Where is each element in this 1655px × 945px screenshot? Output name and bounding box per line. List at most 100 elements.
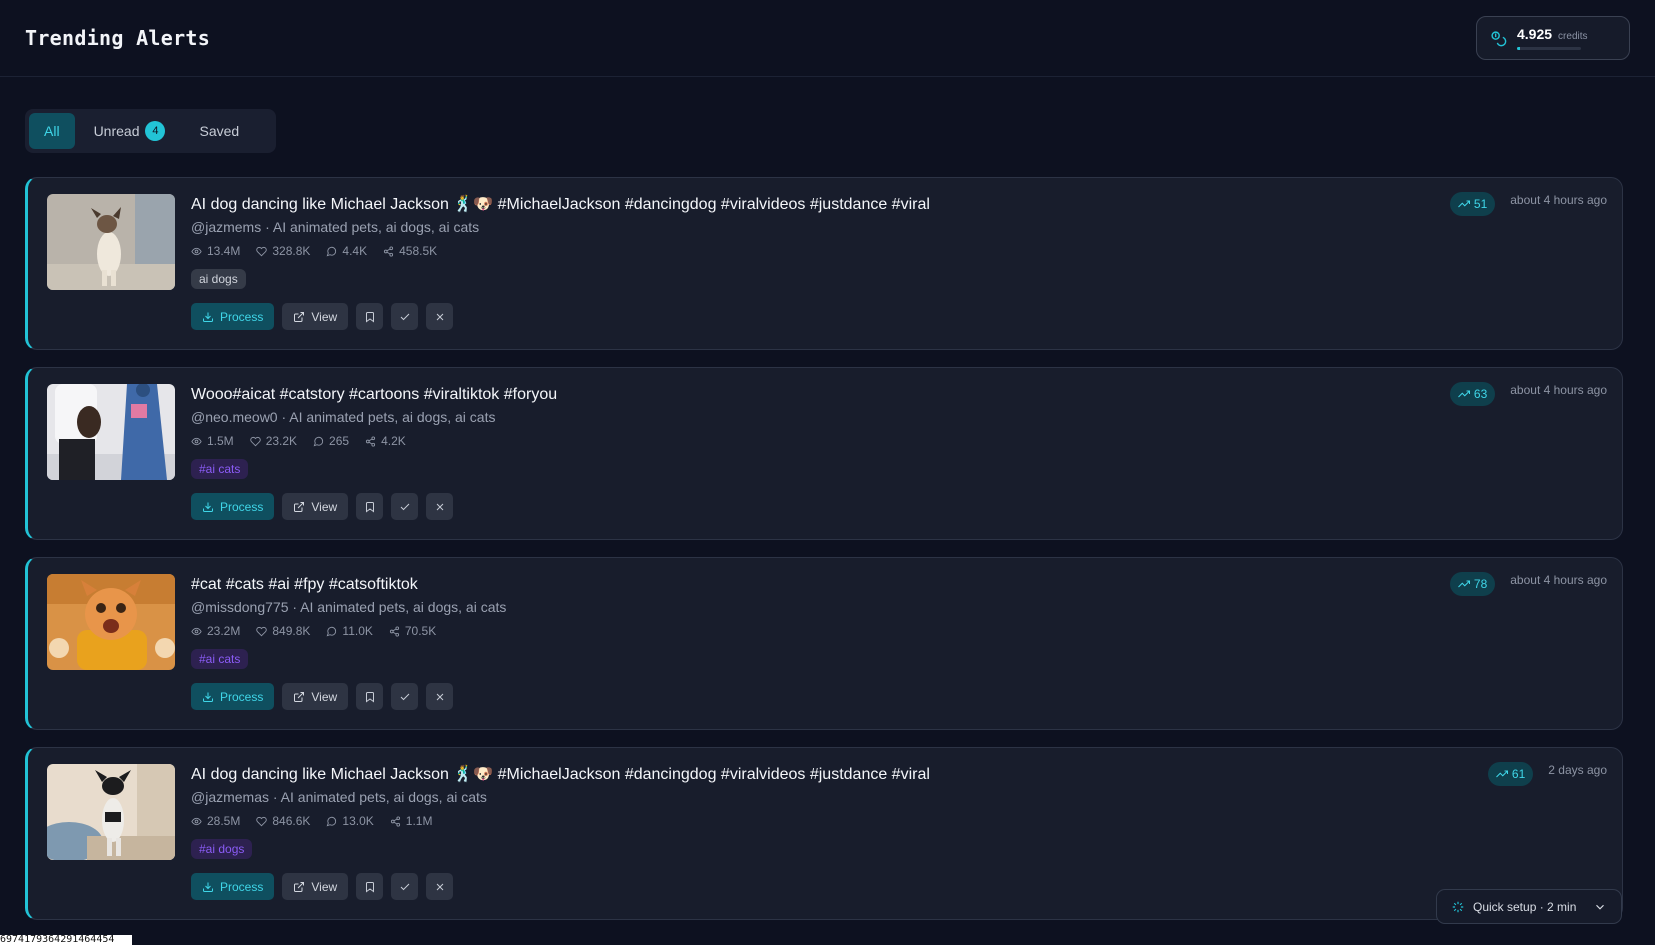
credits-widget[interactable]: 4.925 credits: [1476, 16, 1630, 60]
alert-actions: Process View: [191, 873, 1482, 900]
external-link-icon: [294, 501, 305, 512]
video-thumbnail[interactable]: [47, 384, 175, 480]
process-label: Process: [220, 309, 264, 324]
heart-icon: [256, 246, 268, 256]
category-tag: #ai dogs: [191, 839, 253, 859]
alert-time: 2 days ago: [1548, 763, 1607, 777]
trending-up-icon: [1458, 580, 1470, 588]
shares-count: 70.5K: [404, 624, 437, 638]
comments-count: 4.4K: [342, 244, 368, 258]
likes-stat: 846.6K: [256, 814, 310, 828]
mark-read-button[interactable]: [391, 683, 419, 710]
video-thumbnail[interactable]: [47, 764, 175, 860]
chevron-down-icon: [1596, 904, 1604, 910]
alert-content: AI dog dancing like Michael Jackson 🕺🐶 #…: [191, 764, 1482, 900]
comments-stat: 13.0K: [326, 814, 374, 828]
video-thumbnail[interactable]: [47, 194, 175, 290]
alert-title[interactable]: #cat #cats #ai #fpy #catsoftiktok: [191, 574, 1482, 596]
credits-value: 4.925: [1517, 26, 1553, 42]
view-button[interactable]: View: [282, 493, 349, 520]
check-icon: [400, 313, 410, 320]
category-tag: ai dogs: [191, 269, 246, 289]
tab-all-label: All: [44, 123, 60, 139]
process-button[interactable]: Process: [191, 303, 275, 330]
trending-up-icon: [1458, 390, 1470, 398]
save-button[interactable]: [356, 873, 384, 900]
filter-tabs: All Unread 4 Saved: [25, 109, 276, 153]
save-button[interactable]: [356, 493, 384, 520]
alert-card[interactable]: AI dog dancing like Michael Jackson 🕺🐶 #…: [25, 747, 1623, 920]
trend-score: 51: [1473, 197, 1488, 211]
save-button[interactable]: [356, 683, 384, 710]
page-title: Trending Alerts: [25, 26, 211, 50]
tab-unread-label: Unread: [93, 123, 140, 139]
credits-unit: credits: [1558, 31, 1588, 42]
tab-all[interactable]: All: [29, 113, 75, 149]
alert-actions: Process View: [191, 683, 1482, 710]
save-button[interactable]: [356, 303, 384, 330]
alert-title[interactable]: Wooo#aicat #catstory #cartoons #viraltik…: [191, 384, 1482, 406]
alert-card[interactable]: #cat #cats #ai #fpy #catsoftiktok @missd…: [25, 557, 1623, 730]
sparkle-icon: [1452, 901, 1464, 912]
check-icon: [400, 883, 410, 890]
bookmark-icon: [365, 501, 374, 512]
quick-setup-button[interactable]: Quick setup · 2 min: [1436, 889, 1622, 924]
views-count: 28.5M: [207, 814, 241, 828]
external-link-icon: [294, 311, 305, 322]
view-label: View: [311, 879, 338, 894]
process-button[interactable]: Process: [191, 493, 275, 520]
alert-time: about 4 hours ago: [1510, 383, 1607, 397]
download-icon: [203, 882, 213, 892]
process-button[interactable]: Process: [191, 683, 275, 710]
alert-card[interactable]: Wooo#aicat #catstory #cartoons #viraltik…: [25, 367, 1623, 540]
alert-card[interactable]: AI dog dancing like Michael Jackson 🕺🐶 #…: [25, 177, 1623, 350]
dismiss-button[interactable]: [426, 873, 454, 900]
alert-title[interactable]: AI dog dancing like Michael Jackson 🕺🐶 #…: [191, 764, 1482, 786]
dismiss-button[interactable]: [426, 683, 454, 710]
dismiss-button[interactable]: [426, 493, 454, 520]
alert-meta: @jazmemas · AI animated pets, ai dogs, a…: [191, 789, 487, 805]
views-stat: 1.5M: [191, 434, 234, 448]
trend-score: 61: [1511, 767, 1526, 781]
alert-right: 63 about 4 hours ago: [1449, 382, 1607, 406]
alert-title[interactable]: AI dog dancing like Michael Jackson 🕺🐶 #…: [191, 194, 1482, 216]
mark-read-button[interactable]: [391, 873, 419, 900]
shares-stat: 458.5K: [383, 244, 437, 258]
eye-icon: [191, 627, 202, 635]
check-icon: [400, 503, 410, 510]
process-label: Process: [220, 499, 264, 514]
close-icon: [436, 503, 444, 510]
coins-icon: [1491, 30, 1507, 46]
trending-up-icon: [1496, 770, 1508, 778]
alert-stats: 13.4M 328.8K 4.4K 458.5K: [191, 243, 1482, 259]
video-thumbnail[interactable]: [47, 574, 175, 670]
quick-setup-label: Quick setup · 2 min: [1473, 899, 1577, 914]
heart-icon: [256, 816, 268, 826]
shares-stat: 1.1M: [390, 814, 433, 828]
process-button[interactable]: Process: [191, 873, 275, 900]
view-button[interactable]: View: [282, 683, 349, 710]
external-link-icon: [294, 881, 305, 892]
alert-meta: @neo.meow0 · AI animated pets, ai dogs, …: [191, 409, 496, 425]
likes-count: 846.6K: [272, 814, 311, 828]
mark-read-button[interactable]: [391, 493, 419, 520]
dismiss-button[interactable]: [426, 303, 454, 330]
tab-unread[interactable]: Unread 4: [79, 113, 181, 149]
credits-progress-bar: [1517, 47, 1581, 50]
alert-time: about 4 hours ago: [1510, 193, 1607, 207]
comment-icon: [327, 816, 337, 826]
view-button[interactable]: View: [282, 303, 349, 330]
alert-meta: @jazmems · AI animated pets, ai dogs, ai…: [191, 219, 480, 235]
trend-score-badge: 63: [1449, 382, 1496, 406]
share-icon: [384, 245, 394, 257]
credits-progress-fill: [1517, 47, 1521, 50]
category-tag: #ai cats: [191, 459, 249, 479]
shares-count: 1.1M: [405, 814, 433, 828]
shares-count: 4.2K: [381, 434, 406, 448]
mark-read-button[interactable]: [391, 303, 419, 330]
process-label: Process: [220, 689, 264, 704]
eye-icon: [191, 247, 202, 255]
eye-icon: [191, 817, 202, 825]
tab-saved[interactable]: Saved: [184, 113, 254, 149]
view-button[interactable]: View: [282, 873, 349, 900]
